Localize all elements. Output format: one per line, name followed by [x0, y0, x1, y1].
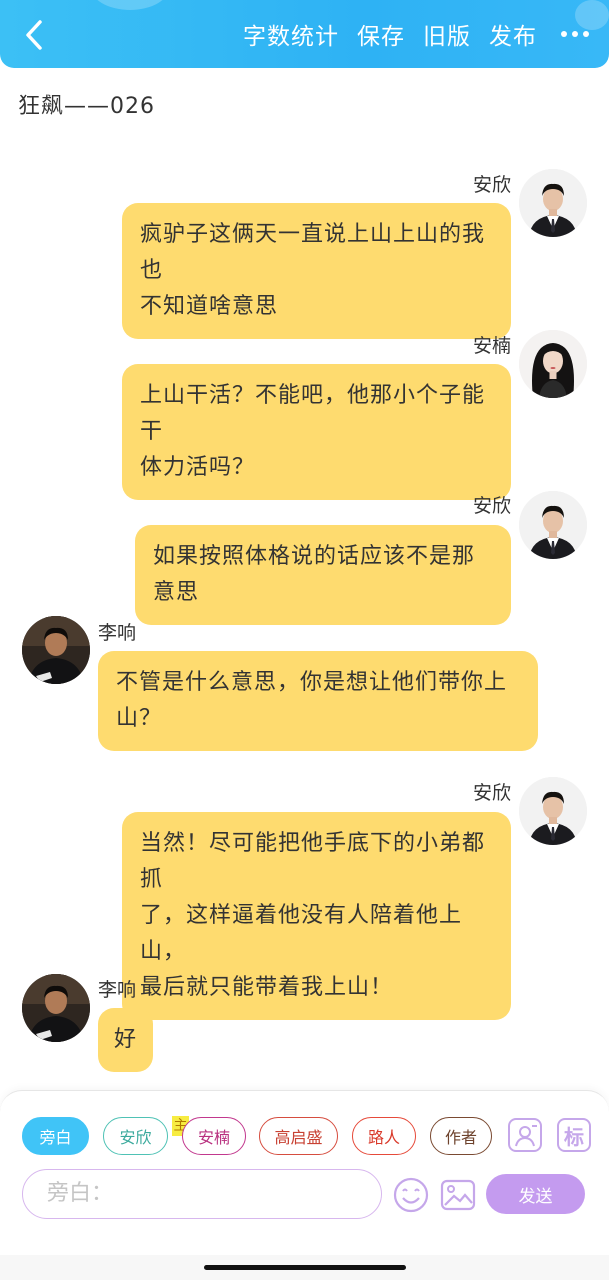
more-dot-icon [561, 31, 567, 37]
message-line: 好 [113, 1027, 137, 1052]
message-line: 不知道啥意思 [140, 294, 279, 319]
avatar[interactable] [519, 330, 587, 398]
man-in-suit-avatar-icon [519, 777, 587, 845]
more-dot-icon [572, 31, 578, 37]
person-card-icon [515, 1125, 537, 1147]
speaker-name: 安楠 [472, 335, 511, 357]
avatar[interactable] [22, 974, 90, 1042]
message-bubble[interactable]: 好 [98, 1008, 153, 1072]
save-button[interactable]: 保存 [357, 17, 405, 51]
message-bubble[interactable]: 当然！尽可能把他手底下的小弟都抓 了，这样逼着他没有人陪着他上山， 最后就只能带… [122, 812, 511, 1020]
speaker-name: 安欣 [472, 782, 511, 804]
man-in-suit-avatar-icon [519, 491, 587, 559]
role-annan-button[interactable]: 安楠 [182, 1117, 246, 1155]
role-anxin-button[interactable]: 安欣 [103, 1117, 168, 1155]
avatar[interactable] [22, 616, 90, 684]
message-line: 不管是什么意思，你是想让他们带你上 [116, 670, 508, 695]
message-line: 如果按照体格说的话应该不是那意思 [153, 544, 476, 605]
man-dark-portrait-avatar-icon [22, 616, 90, 684]
message-bubble[interactable]: 不管是什么意思，你是想让他们带你上 山？ [98, 651, 538, 751]
more-button[interactable] [555, 31, 589, 37]
man-dark-portrait-avatar-icon [22, 974, 90, 1042]
decorative-bubble [90, 0, 170, 10]
avatar[interactable] [519, 777, 587, 845]
story-title: 狂飙——026 [18, 94, 155, 119]
image-button[interactable] [439, 1176, 477, 1214]
role-narration-button[interactable]: 旁白 [22, 1117, 89, 1155]
chevron-left-icon [26, 20, 42, 50]
man-in-suit-avatar-icon [519, 169, 587, 237]
top-bar: 字数统计 保存 旧版 发布 [0, 0, 609, 68]
send-button[interactable]: 发送 [486, 1174, 585, 1214]
tag-button[interactable]: 标 [557, 1118, 591, 1152]
woman-avatar-icon [519, 330, 587, 398]
word-count-button[interactable]: 字数统计 [243, 17, 339, 51]
more-dot-icon [583, 31, 589, 37]
speaker-name: 安欣 [472, 174, 511, 196]
avatar[interactable] [519, 169, 587, 237]
speaker-name: 李响 [98, 622, 137, 644]
message-line: 体力活吗？ [140, 455, 256, 480]
speaker-name: 安欣 [472, 495, 511, 517]
home-indicator[interactable] [204, 1265, 406, 1270]
role-passerby-button[interactable]: 路人 [352, 1117, 416, 1155]
message-line: 上山干活？不能吧，他那小个子能干 [140, 383, 486, 444]
narration-input[interactable]: 旁白： [22, 1169, 382, 1219]
character-card-icon[interactable] [508, 1118, 542, 1152]
message-line: 了，这样逼着他没有人陪着他上山， [140, 903, 463, 964]
message-bubble[interactable]: 如果按照体格说的话应该不是那意思 [135, 525, 511, 625]
message-line: 最后就只能带着我上山！ [140, 975, 394, 1000]
role-author-button[interactable]: 作者 [430, 1117, 492, 1155]
message-bubble[interactable]: 疯驴子这俩天一直说上山上山的我也 不知道啥意思 [122, 203, 511, 339]
back-button[interactable] [18, 18, 50, 52]
old-version-button[interactable]: 旧版 [423, 17, 471, 51]
role-gaoqisheng-button[interactable]: 高启盛 [259, 1117, 338, 1155]
emoji-icon [393, 1177, 429, 1213]
message-line: 疯驴子这俩天一直说上山上山的我也 [140, 222, 486, 283]
emoji-button[interactable] [392, 1176, 430, 1214]
message-bubble[interactable]: 上山干活？不能吧，他那小个子能干 体力活吗？ [122, 364, 511, 500]
message-line: 山？ [116, 706, 163, 731]
message-line: 当然！尽可能把他手底下的小弟都抓 [140, 831, 486, 892]
image-icon [440, 1179, 476, 1211]
speaker-name: 李响 [98, 979, 137, 1001]
avatar[interactable] [519, 491, 587, 559]
publish-button[interactable]: 发布 [489, 17, 537, 51]
